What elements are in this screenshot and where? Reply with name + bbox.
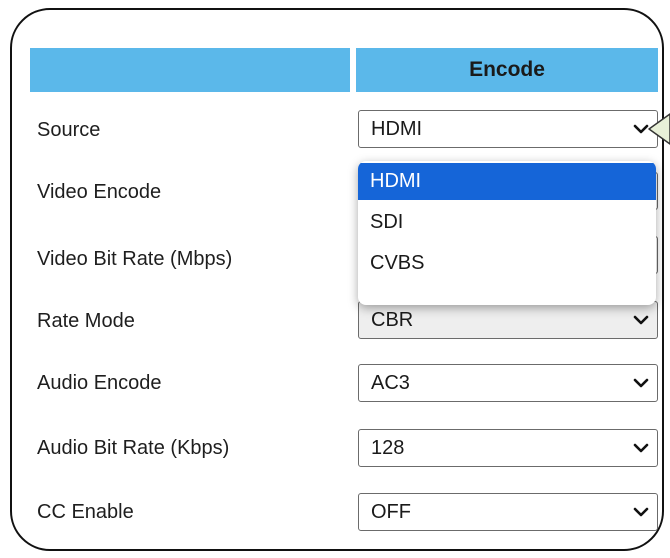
callout-pointer-icon [648,113,670,145]
source-option-hdmi[interactable]: HDMI [358,163,656,200]
chevron-down-icon [633,378,649,388]
video-encode-label: Video Encode [37,181,162,203]
source-select-value: HDMI [371,118,423,140]
chevron-down-icon [633,443,649,453]
rate-mode-select[interactable]: CBR [358,301,658,339]
source-dropdown-list: HDMI SDI CVBS [358,161,656,305]
source-select[interactable]: HDMI [358,110,658,148]
rate-mode-select-value: CBR [371,309,414,331]
rate-mode-label: Rate Mode [37,310,135,332]
audio-encode-label: Audio Encode [37,372,162,394]
header-cell-left [30,48,350,92]
audio-bit-rate-select-value: 128 [371,437,405,459]
cc-enable-select-value: OFF [371,501,411,523]
source-label: Source [37,119,101,141]
chevron-down-icon [633,507,649,517]
encode-header: Encode [469,58,545,81]
encode-settings-panel: Encode Source Video Encode Video Bit Rat… [0,0,670,558]
audio-encode-select-value: AC3 [371,372,410,394]
audio-encode-select[interactable]: AC3 [358,364,658,402]
cc-enable-select[interactable]: OFF [358,493,658,531]
source-option-sdi[interactable]: SDI [358,204,656,241]
audio-bit-rate-select[interactable]: 128 [358,429,658,467]
cc-enable-label: CC Enable [37,501,134,523]
source-option-cvbs[interactable]: CVBS [358,245,656,282]
audio-bit-rate-label: Audio Bit Rate (Kbps) [37,437,230,459]
chevron-down-icon [633,315,649,325]
video-bit-rate-label: Video Bit Rate (Mbps) [37,248,233,270]
